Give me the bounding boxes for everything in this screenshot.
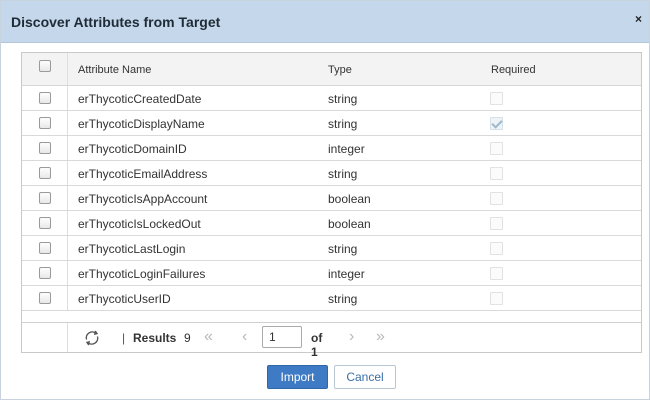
table-row[interactable]: erThycoticCreatedDate string: [22, 86, 641, 111]
attribute-type-cell: string: [328, 242, 358, 256]
required-checkbox: [490, 217, 503, 230]
cancel-button[interactable]: Cancel: [334, 365, 396, 389]
required-checkbox: [490, 92, 503, 105]
attribute-name-cell: erThycoticLastLogin: [78, 242, 186, 256]
discover-attributes-dialog: Discover Attributes from Target × Attrib…: [0, 0, 650, 400]
attribute-name-cell: erThycoticDomainID: [78, 142, 187, 156]
table-row[interactable]: erThycoticIsAppAccount boolean: [22, 186, 641, 211]
grid-footer: | Results 9 « ‹ of 1 › »: [22, 322, 641, 359]
column-header-required[interactable]: Required: [491, 64, 536, 76]
grid-header: Attribute Name Type Required: [22, 53, 641, 86]
attribute-name-cell: erThycoticEmailAddress: [78, 167, 208, 181]
column-header-type[interactable]: Type: [328, 64, 352, 76]
pager-separator: |: [122, 331, 126, 345]
close-icon[interactable]: ×: [635, 13, 642, 25]
attribute-name-cell: erThycoticLoginFailures: [78, 267, 206, 281]
row-check-cell: [22, 211, 68, 235]
next-page-icon[interactable]: ›: [349, 328, 354, 346]
row-check-cell: [22, 86, 68, 110]
page-number-input[interactable]: [262, 326, 302, 348]
first-page-icon[interactable]: «: [204, 328, 213, 346]
required-checkbox: [490, 192, 503, 205]
attribute-type-cell: integer: [328, 142, 365, 156]
row-select-checkbox[interactable]: [38, 292, 51, 304]
page-count-label: of 1: [311, 331, 323, 359]
row-select-checkbox[interactable]: [38, 117, 51, 129]
grid-body: erThycoticCreatedDate string erThycoticDis…: [22, 86, 641, 311]
row-check-cell: [22, 111, 68, 135]
row-select-checkbox[interactable]: [38, 192, 51, 204]
last-page-icon[interactable]: »: [376, 328, 385, 346]
required-checkbox: [490, 242, 503, 255]
required-checkbox: [490, 267, 503, 280]
column-header-attribute-name[interactable]: Attribute Name: [78, 64, 151, 76]
required-checkbox: [490, 142, 503, 155]
row-select-checkbox[interactable]: [38, 92, 51, 104]
required-checkbox: [490, 292, 503, 305]
row-select-checkbox[interactable]: [38, 142, 51, 154]
attribute-name-cell: erThycoticCreatedDate: [78, 92, 202, 106]
attribute-name-cell: erThycoticIsLockedOut: [78, 217, 201, 231]
row-select-checkbox[interactable]: [38, 242, 51, 254]
attribute-type-cell: integer: [328, 267, 365, 281]
table-row[interactable]: erThycoticEmailAddress string: [22, 161, 641, 186]
row-select-checkbox[interactable]: [38, 167, 51, 179]
footer-check-cell: [22, 323, 68, 352]
attribute-name-cell: erThycoticUserID: [78, 292, 171, 306]
row-check-cell: [22, 186, 68, 210]
select-all-checkbox[interactable]: [38, 60, 51, 72]
row-check-cell: [22, 286, 68, 310]
attribute-type-cell: boolean: [328, 217, 371, 231]
row-check-cell: [22, 136, 68, 160]
row-check-cell: [22, 261, 68, 285]
table-row[interactable]: erThycoticDomainID integer: [22, 136, 641, 161]
results-count: 9: [184, 331, 191, 345]
required-checkbox: [490, 167, 503, 180]
table-row[interactable]: erThycoticIsLockedOut boolean: [22, 211, 641, 236]
required-checkbox: [490, 117, 503, 130]
results-label: Results: [133, 331, 177, 345]
table-row[interactable]: erThycoticDisplayName string: [22, 111, 641, 136]
import-button[interactable]: Import: [267, 365, 328, 389]
attribute-name-cell: erThycoticDisplayName: [78, 117, 205, 131]
attribute-type-cell: string: [328, 117, 358, 131]
row-check-cell: [22, 161, 68, 185]
attribute-name-cell: erThycoticIsAppAccount: [78, 192, 208, 206]
dialog-titlebar: Discover Attributes from Target ×: [1, 1, 649, 43]
attributes-grid: Attribute Name Type Required erThycoticC…: [21, 52, 642, 359]
header-check-cell: [22, 53, 68, 85]
previous-page-icon[interactable]: ‹: [242, 328, 247, 346]
table-row[interactable]: erThycoticLoginFailures integer: [22, 261, 641, 286]
attribute-type-cell: string: [328, 167, 358, 181]
attribute-type-cell: boolean: [328, 192, 371, 206]
refresh-icon[interactable]: [83, 329, 101, 347]
row-select-checkbox[interactable]: [38, 217, 51, 229]
table-row[interactable]: erThycoticLastLogin string: [22, 236, 641, 261]
table-row[interactable]: erThycoticUserID string: [22, 286, 641, 311]
attribute-type-cell: string: [328, 92, 358, 106]
row-select-checkbox[interactable]: [38, 267, 51, 279]
attribute-type-cell: string: [328, 292, 358, 306]
row-check-cell: [22, 236, 68, 260]
dialog-title: Discover Attributes from Target: [11, 13, 221, 30]
